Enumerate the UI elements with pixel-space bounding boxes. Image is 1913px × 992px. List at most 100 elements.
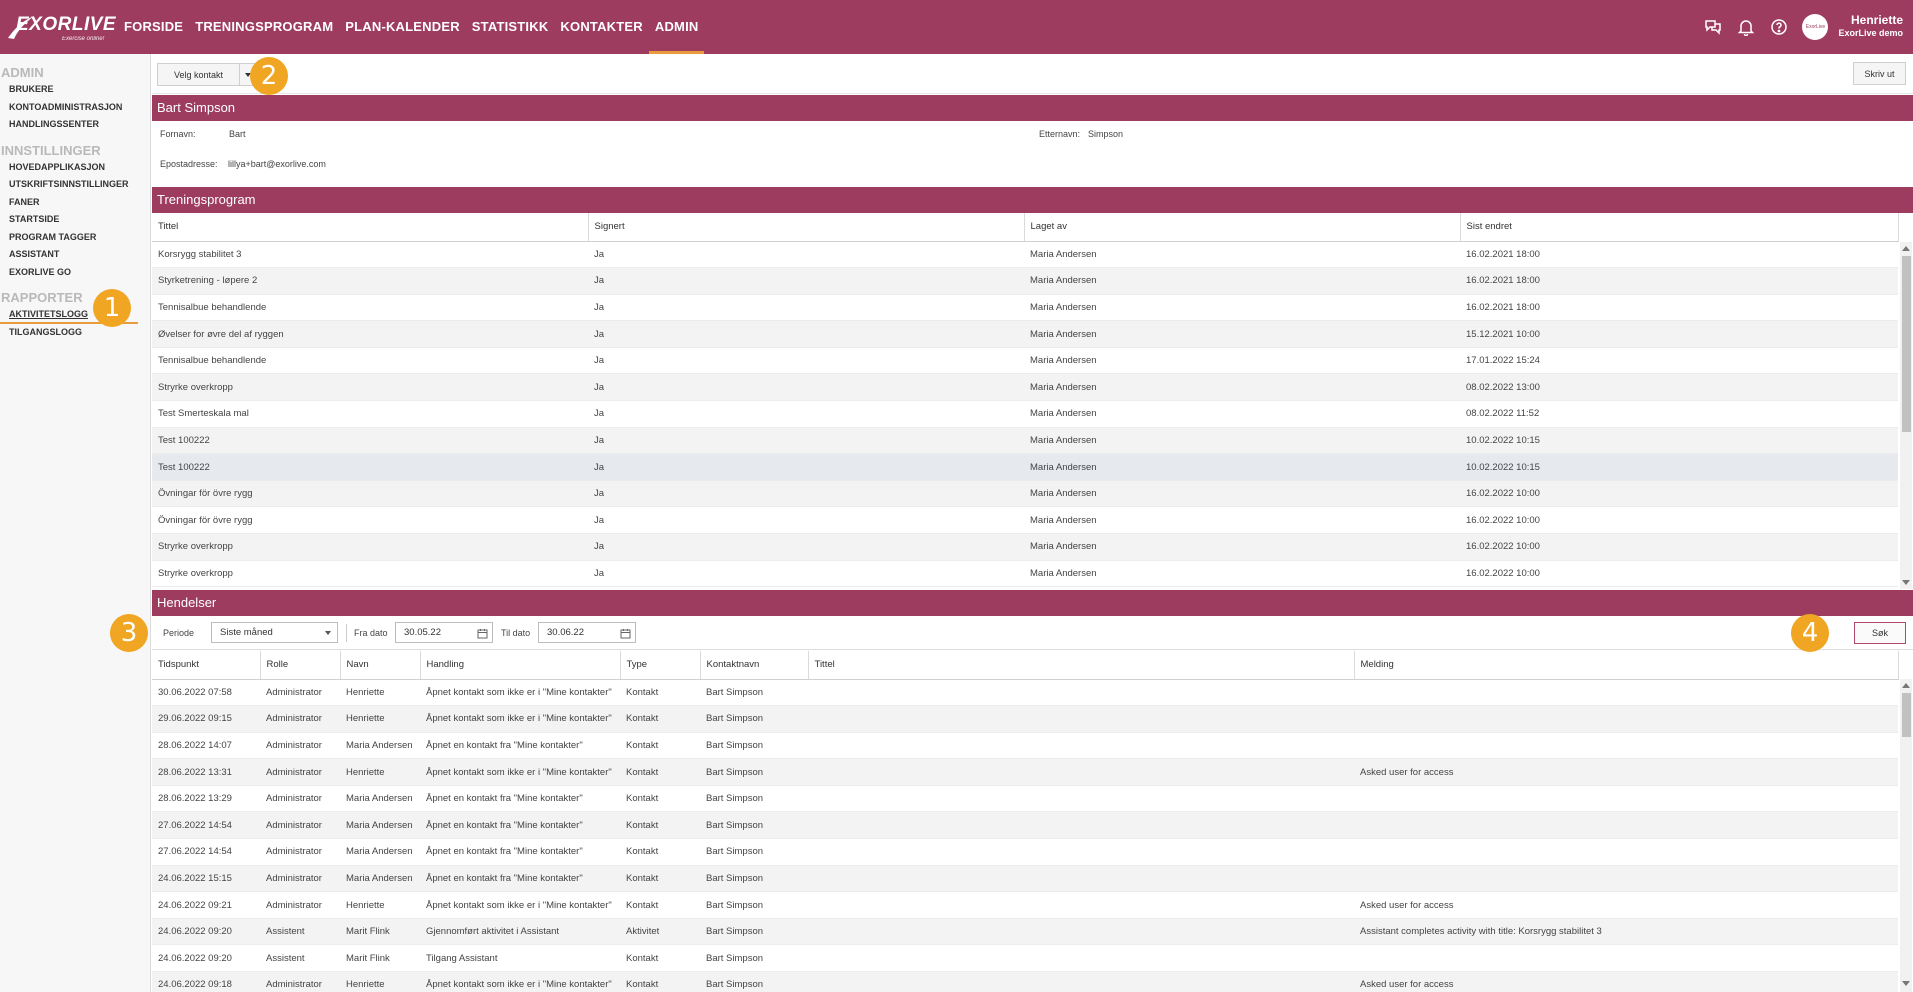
exorlive-logo[interactable]: EXORLIVE Exercise online! [6, 12, 116, 44]
col-sist-endret[interactable]: Sist endret [1460, 213, 1899, 242]
calendar-icon[interactable] [477, 627, 488, 646]
programs-scrollbar[interactable] [1900, 242, 1912, 589]
sidebar-item-tilgangslogg[interactable]: TILGANGSLOGG [0, 324, 150, 342]
table-row[interactable]: 29.06.2022 09:15 Administrator Henriette Åp… [152, 705, 1898, 733]
col-kontaktnavn[interactable]: Kontaktnavn [700, 651, 809, 680]
table-cell: Ja [588, 506, 1024, 535]
email-label: Epostadresse: [160, 159, 218, 169]
nav-statistikk[interactable]: STATISTIKK [466, 0, 555, 54]
nav-plan-kalender[interactable]: PLAN-KALENDER [339, 0, 466, 54]
col-navn[interactable]: Navn [340, 651, 421, 680]
bell-icon[interactable] [1735, 16, 1757, 38]
table-row[interactable]: Stryrke overkropp Ja Maria Andersen 16.02.2… [152, 560, 1898, 588]
table-cell: Ja [588, 400, 1024, 428]
sidebar-item-exorlive-go[interactable]: EXORLIVE GO [0, 264, 150, 282]
table-row[interactable]: Övningar för övre rygg Ja Maria Andersen 16… [152, 506, 1898, 535]
table-cell: Maria Andersen [1024, 267, 1460, 295]
sidebar-item-utskriftsinnstillinger[interactable]: UTSKRIFTSINNSTILLINGER [0, 176, 150, 194]
sidebar-item-brukere[interactable]: BRUKERE [0, 81, 150, 99]
programs-table-wrap: Tittel Signert Laget av Sist endret Kors… [152, 213, 1913, 589]
table-row[interactable]: 24.06.2022 09:18 Administrator Henriette Åp… [152, 971, 1898, 992]
email-value: lillya+bart@exorlive.com [228, 159, 326, 169]
table-cell: 08.02.2022 13:00 [1460, 373, 1898, 402]
scroll-down-icon[interactable] [1902, 580, 1910, 585]
scroll-up-icon[interactable] [1902, 683, 1910, 688]
table-cell: 28.06.2022 13:29 [152, 785, 260, 813]
events-scroll-thumb[interactable] [1902, 693, 1911, 737]
col-laget-av[interactable]: Laget av [1024, 213, 1461, 242]
col-tidspunkt[interactable]: Tidspunkt [152, 651, 261, 680]
table-row[interactable]: 24.06.2022 09:20 Assistent Marit Flink Gjen… [152, 918, 1898, 946]
table-cell: Stryrke overkropp [152, 533, 588, 561]
events-filter-bar: Periode Siste måned Fra dato 30.05.22 Ti… [152, 616, 1913, 650]
callout-badge-1: 1 [93, 289, 131, 327]
table-row[interactable]: Test Smerteskala mal Ja Maria Andersen 08.0… [152, 400, 1898, 428]
table-row[interactable]: Styrketrening - løpere 2 Ja Maria Andersen… [152, 267, 1898, 295]
nav-admin[interactable]: ADMIN [648, 0, 705, 54]
scroll-up-icon[interactable] [1902, 246, 1910, 251]
table-cell: 08.02.2022 11:52 [1460, 400, 1898, 428]
sidebar-item-handlingssenter[interactable]: HANDLINGSSENTER [0, 116, 150, 134]
sidebar-item-startside[interactable]: STARTSIDE [0, 211, 150, 229]
nav-treningsprogram[interactable]: TRENINGSPROGRAM [189, 0, 339, 54]
table-cell: 16.02.2021 18:00 [1460, 294, 1898, 322]
table-row[interactable]: 24.06.2022 09:21 Administrator Henriette Åp… [152, 891, 1898, 919]
table-row[interactable]: Test 100222 Ja Maria Andersen 10.02.2022 10… [152, 453, 1898, 481]
table-row[interactable]: 30.06.2022 07:58 Administrator Henriette Åp… [152, 679, 1898, 707]
events-scrollbar[interactable] [1900, 679, 1912, 992]
table-row[interactable]: Tennisalbue behandlende Ja Maria Andersen 1… [152, 294, 1898, 322]
col-melding[interactable]: Melding [1354, 651, 1899, 680]
table-row[interactable]: Øvelser for øvre del af ryggen Ja Maria An… [152, 320, 1898, 348]
table-cell: Gjennomført aktivitet i Assistant [420, 918, 620, 946]
period-select[interactable]: Siste måned [211, 622, 338, 643]
table-cell: Bart Simpson [700, 811, 808, 840]
table-cell: Maria Andersen [1024, 453, 1460, 481]
col-handling[interactable]: Handling [420, 651, 621, 680]
table-row[interactable]: Övningar för övre rygg Ja Maria Andersen 16… [152, 480, 1898, 508]
calendar-icon[interactable] [620, 627, 631, 646]
from-date-input[interactable]: 30.05.22 [395, 622, 493, 643]
table-row[interactable]: Korsrygg stabilitet 3 Ja Maria Andersen 16.… [152, 241, 1898, 269]
table-cell: Ja [588, 480, 1024, 508]
table-row[interactable]: Stryrke overkropp Ja Maria Andersen 08.02.2… [152, 373, 1898, 402]
sidebar-item-hovedapplikasjon[interactable]: HOVEDAPPLIKASJON [0, 159, 150, 177]
sidebar-item-faner[interactable]: FANER [0, 194, 150, 212]
table-cell: 28.06.2022 14:07 [152, 732, 260, 760]
programs-scroll-thumb[interactable] [1902, 256, 1911, 432]
table-row[interactable]: Stryrke overkropp Ja Maria Andersen 16.02.2… [152, 533, 1898, 561]
table-cell [808, 732, 1354, 760]
table-row[interactable]: Test 100222 Ja Maria Andersen 10.02.2022 10… [152, 427, 1898, 455]
help-icon[interactable] [1768, 16, 1790, 38]
sidebar-item-program-tagger[interactable]: PROGRAM TAGGER [0, 229, 150, 247]
table-cell: Bart Simpson [700, 758, 808, 786]
table-cell: Åpnet en kontakt fra "Mine kontakter" [420, 811, 620, 840]
table-row[interactable]: 27.06.2022 14:54 Administrator Maria Ander… [152, 811, 1898, 840]
print-button[interactable]: Skriv ut [1853, 62, 1906, 85]
sidebar-item-assistant[interactable]: ASSISTANT [0, 246, 150, 264]
table-row[interactable]: 28.06.2022 14:07 Administrator Maria Ander… [152, 732, 1898, 760]
nav-forside[interactable]: FORSIDE [118, 0, 189, 54]
sidebar-item-kontoadministrasjon[interactable]: KONTOADMINISTRASJON [0, 99, 150, 117]
table-row[interactable]: 24.06.2022 15:15 Administrator Maria Ander… [152, 865, 1898, 893]
table-row[interactable]: Tennisalbue behandlende Ja Maria Andersen 1… [152, 347, 1898, 375]
user-info[interactable]: Henriette ExorLive demo [1838, 14, 1903, 40]
table-row[interactable]: 24.06.2022 09:20 Assistent Marit Flink Tilg… [152, 944, 1898, 973]
col-rolle[interactable]: Rolle [260, 651, 341, 680]
table-row[interactable]: 27.06.2022 14:54 Administrator Maria Ander… [152, 838, 1898, 866]
col-type[interactable]: Type [620, 651, 701, 680]
search-button[interactable]: Søk [1854, 622, 1906, 644]
col-signert[interactable]: Signert [588, 213, 1025, 242]
nav-kontakter[interactable]: KONTAKTER [554, 0, 648, 54]
user-avatar[interactable]: ExorLive [1802, 14, 1829, 40]
col-tittel[interactable]: Tittel [152, 213, 589, 242]
col-event-tittel[interactable]: Tittel [808, 651, 1355, 680]
table-cell: Test 100222 [152, 453, 588, 481]
select-contact-button[interactable]: Velg kontakt [157, 63, 240, 86]
table-cell: Administrator [260, 679, 340, 707]
table-row[interactable]: 28.06.2022 13:29 Administrator Maria Ander… [152, 785, 1898, 813]
table-row[interactable]: 28.06.2022 13:31 Administrator Henriette Åp… [152, 758, 1898, 786]
to-date-input[interactable]: 30.06.22 [538, 622, 636, 643]
chat-icon[interactable] [1702, 16, 1724, 38]
scroll-down-icon[interactable] [1902, 981, 1910, 986]
table-cell: Assistant completes activity with title:… [1354, 918, 1898, 946]
